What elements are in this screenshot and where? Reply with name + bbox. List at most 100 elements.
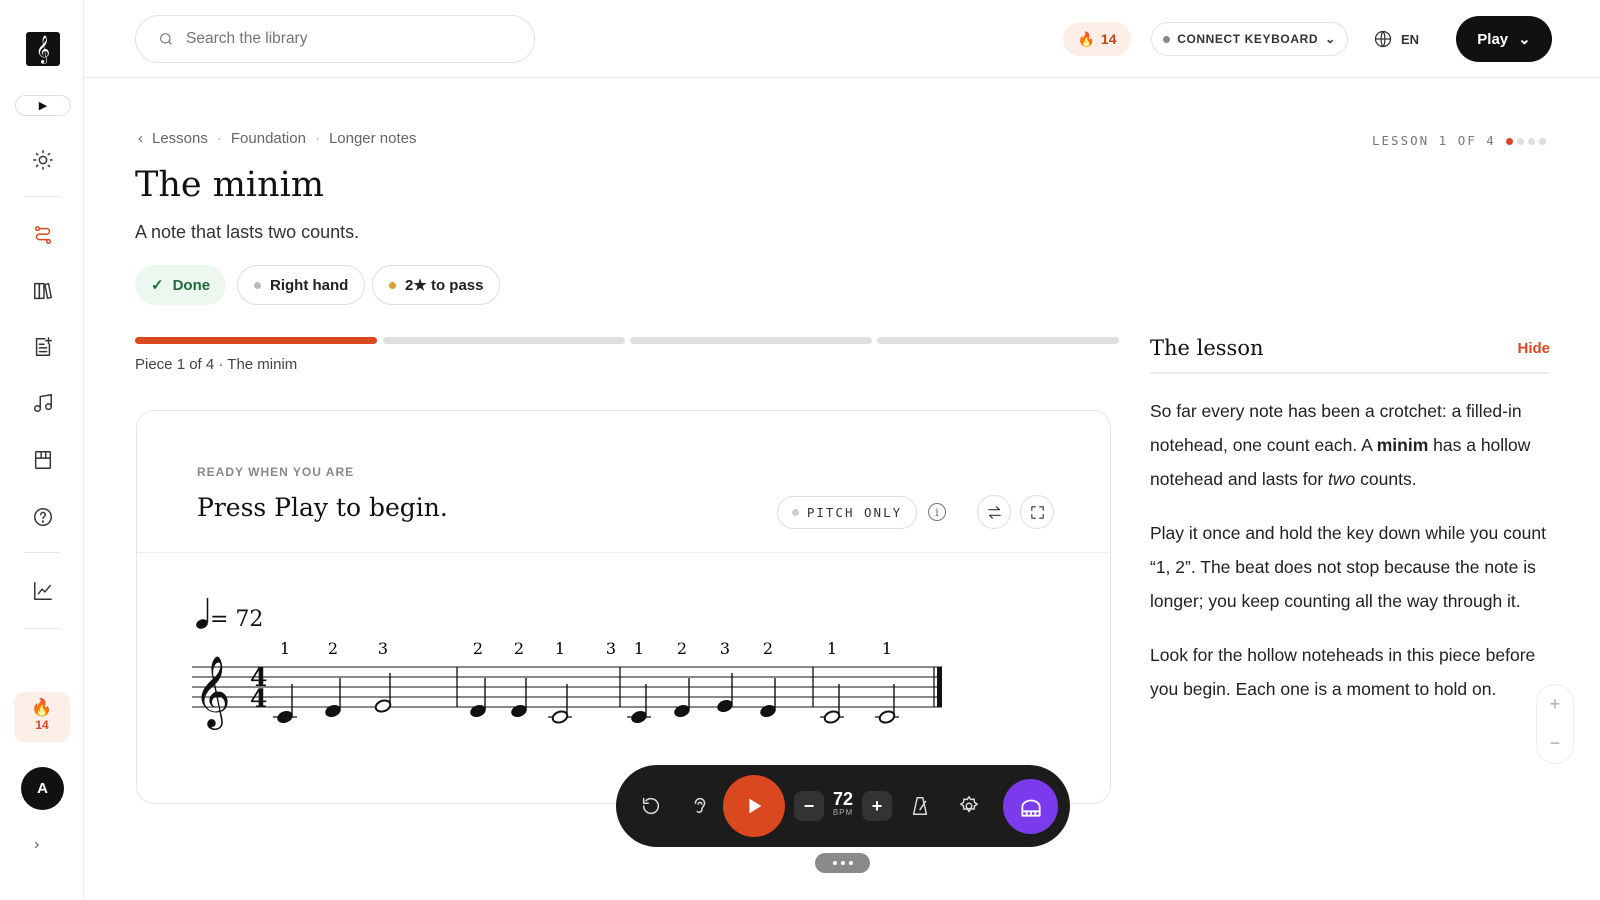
breadcrumb-foundation[interactable]: Foundation <box>231 130 306 147</box>
progress-segment-3 <box>630 337 872 344</box>
fingering-number: 1 <box>882 639 892 658</box>
play-menu-button[interactable]: Play ⌄ <box>1456 16 1552 62</box>
sun-icon[interactable] <box>28 145 58 175</box>
tempo-value: 72 BPM <box>832 789 854 820</box>
sheet-add-icon[interactable] <box>28 332 58 362</box>
lesson-dots <box>1502 133 1546 148</box>
lesson-dot[interactable] <box>1527 138 1535 145</box>
sidebar-streak-badge[interactable]: 🔥 14 <box>14 692 70 742</box>
play-icon <box>749 798 762 814</box>
help-icon[interactable] <box>28 502 58 532</box>
play-menu-label: Play <box>1477 30 1509 48</box>
sidebar-streak-count: 14 <box>35 718 49 732</box>
lesson-dot[interactable] <box>1538 138 1546 145</box>
treble-clef: 𝄞 <box>194 654 231 730</box>
swap-hands-button[interactable] <box>977 495 1011 529</box>
fingering-number: 1 <box>827 639 837 658</box>
breadcrumb-separator: · <box>216 130 222 147</box>
hide-panel-button[interactable]: Hide <box>1517 340 1550 357</box>
player-card: READY WHEN YOU ARE Press Play to begin. … <box>136 410 1111 804</box>
page-subtitle: A note that lasts two counts. <box>135 222 360 242</box>
back-chevron-icon[interactable]: ‹ <box>138 130 143 147</box>
streak-badge[interactable]: 🔥 14 <box>1063 22 1131 56</box>
ear-listen-icon[interactable] <box>686 792 714 820</box>
flame-icon: 🔥 <box>1077 30 1095 47</box>
lesson-dot[interactable] <box>1505 138 1513 145</box>
lesson-emphasis: two <box>1328 469 1356 489</box>
done-badge: ✓ Done <box>135 265 227 305</box>
sidebar-play-toggle[interactable]: ▶ <box>15 95 71 116</box>
lesson-paragraph-1: So far every note has been a crotchet: a… <box>1150 394 1550 496</box>
piano-icon <box>1020 799 1041 817</box>
play-button[interactable] <box>723 775 785 837</box>
breadcrumb: ‹ Lessons · Foundation · Longer notes <box>138 130 417 147</box>
breadcrumb-lessons[interactable]: Lessons <box>152 130 208 147</box>
sidebar-divider <box>24 552 60 553</box>
search-icon <box>160 33 172 45</box>
keyboard-view-button[interactable] <box>1003 779 1058 834</box>
controls-drag-handle[interactable] <box>815 853 870 873</box>
chevron-down-icon: ⌄ <box>1518 31 1531 48</box>
fullscreen-icon <box>1030 505 1044 519</box>
language-selector[interactable]: EN <box>1373 22 1433 56</box>
press-play-prompt: Press Play to begin. <box>197 493 448 522</box>
lesson-dot[interactable] <box>1516 138 1524 145</box>
lesson-text: counts. <box>1355 469 1417 489</box>
lesson-term-minim: minim <box>1376 435 1429 455</box>
bpm-number: 72 <box>832 789 854 809</box>
search-input[interactable] <box>186 30 506 48</box>
crotchet-note <box>717 699 733 713</box>
minim-note <box>878 710 896 724</box>
chart-icon[interactable] <box>28 576 58 606</box>
breadcrumb-longer-notes[interactable]: Longer notes <box>329 130 417 147</box>
lesson-counter: LESSON 1 OF 4 <box>1372 133 1546 148</box>
crotchet-note <box>760 704 776 718</box>
zoom-out-button[interactable]: − <box>1550 733 1561 754</box>
hand-badge: Right hand <box>237 265 366 305</box>
fingering-number: 2 <box>677 639 687 658</box>
page-title: The minim <box>135 165 325 205</box>
crotchet-note <box>674 704 690 718</box>
crotchet-note <box>470 704 486 718</box>
connect-keyboard-button[interactable]: CONNECT KEYBOARD ⌄ <box>1151 22 1348 56</box>
crotchet-note <box>511 704 527 718</box>
library-icon[interactable] <box>28 276 58 306</box>
progress-segment-4 <box>877 337 1119 344</box>
progress-segment-2 <box>383 337 625 344</box>
connection-status-dot <box>1163 35 1171 43</box>
pass-label: 2★ to pass <box>405 277 484 294</box>
pitch-only-label: PITCH ONLY <box>806 505 903 520</box>
route-icon[interactable] <box>28 220 58 250</box>
playback-controls: − 72 BPM + <box>616 765 1070 847</box>
book-icon[interactable] <box>28 445 58 475</box>
lesson-paragraph-3: Look for the hollow noteheads in this pi… <box>1150 645 1536 699</box>
music-note-icon[interactable] <box>28 388 58 418</box>
crotchet-note <box>631 710 647 724</box>
swap-icon <box>987 505 1001 519</box>
avatar[interactable]: A <box>21 767 64 810</box>
fingering-number: 1 <box>555 639 565 658</box>
flame-icon: 🔥 <box>31 698 53 717</box>
tempo-marking: = 72 <box>210 607 263 632</box>
search-box[interactable] <box>135 15 535 63</box>
fingering-number: 2 <box>763 639 773 658</box>
expand-sidebar-chevron-icon[interactable]: › <box>34 836 39 854</box>
app-logo[interactable]: 𝄞 <box>26 32 60 66</box>
settings-gear-icon[interactable] <box>955 792 983 820</box>
lesson-paragraph-2: Play it once and hold the key down while… <box>1150 523 1546 611</box>
sidebar-divider <box>24 628 60 629</box>
tempo-decrease-button[interactable]: − <box>794 791 824 821</box>
metronome-icon[interactable] <box>906 792 934 820</box>
streak-count: 14 <box>1100 31 1117 47</box>
hand-dot <box>254 281 261 289</box>
info-icon[interactable]: i <box>928 503 946 521</box>
zoom-in-button[interactable]: + <box>1550 694 1561 715</box>
music-score: = 72 𝄞 4 4 1232213123211 <box>192 598 942 730</box>
tempo-increase-button[interactable]: + <box>862 791 892 821</box>
time-signature-bottom: 4 <box>250 684 267 713</box>
pitch-only-toggle[interactable]: PITCH ONLY <box>777 496 917 529</box>
fullscreen-button[interactable] <box>1020 495 1054 529</box>
restart-icon[interactable] <box>637 792 665 820</box>
lesson-panel-header: The lesson Hide <box>1150 336 1550 374</box>
piece-label: Piece 1 of 4 · The minim <box>135 356 298 373</box>
